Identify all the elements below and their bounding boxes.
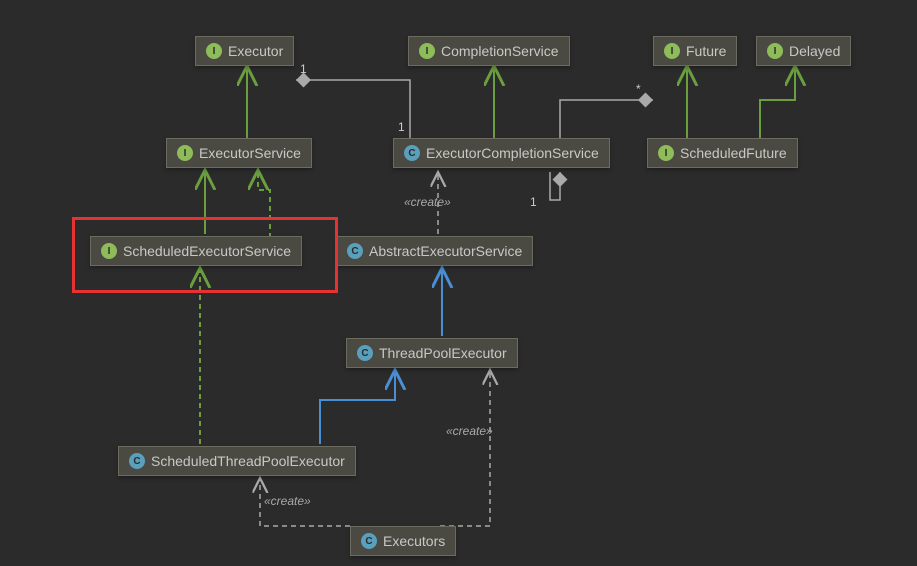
create-label: «create» — [264, 494, 311, 508]
interface-icon: I — [664, 43, 680, 59]
node-label: Delayed — [789, 43, 840, 59]
create-label: «create» — [404, 195, 451, 209]
class-icon: C — [361, 533, 377, 549]
node-completion-service: I CompletionService — [408, 36, 570, 66]
node-label: CompletionService — [441, 43, 559, 59]
abstract-class-icon: C — [347, 243, 363, 259]
node-label: Executors — [383, 533, 445, 549]
node-label: ExecutorCompletionService — [426, 145, 599, 161]
node-thread-pool-executor: C ThreadPoolExecutor — [346, 338, 518, 368]
node-executor-service: I ExecutorService — [166, 138, 312, 168]
node-label: ScheduledExecutorService — [123, 243, 291, 259]
class-icon: C — [357, 345, 373, 361]
node-executor: I Executor — [195, 36, 294, 66]
node-executors: C Executors — [350, 526, 456, 556]
node-delayed: I Delayed — [756, 36, 851, 66]
multiplicity-star: * — [636, 82, 641, 96]
interface-icon: I — [206, 43, 222, 59]
node-scheduled-future: I ScheduledFuture — [647, 138, 798, 168]
interface-icon: I — [767, 43, 783, 59]
node-label: Executor — [228, 43, 283, 59]
multiplicity-1: 1 — [300, 62, 307, 76]
multiplicity-1: 1 — [398, 120, 405, 134]
interface-icon: I — [177, 145, 193, 161]
node-label: ScheduledFuture — [680, 145, 787, 161]
node-executor-completion-service: C ExecutorCompletionService — [393, 138, 610, 168]
interface-icon: I — [658, 145, 674, 161]
node-label: ScheduledThreadPoolExecutor — [151, 453, 345, 469]
interface-icon: I — [101, 243, 117, 259]
create-label: «create» — [446, 424, 493, 438]
class-icon: C — [129, 453, 145, 469]
diagram-connections — [0, 0, 917, 566]
node-label: Future — [686, 43, 726, 59]
node-scheduled-thread-pool-executor: C ScheduledThreadPoolExecutor — [118, 446, 356, 476]
node-label: ExecutorService — [199, 145, 301, 161]
node-scheduled-executor-service: I ScheduledExecutorService — [90, 236, 302, 266]
class-icon: C — [404, 145, 420, 161]
node-label: AbstractExecutorService — [369, 243, 522, 259]
node-future: I Future — [653, 36, 737, 66]
node-abstract-executor-service: C AbstractExecutorService — [336, 236, 533, 266]
multiplicity-1: 1 — [530, 195, 537, 209]
node-label: ThreadPoolExecutor — [379, 345, 507, 361]
interface-icon: I — [419, 43, 435, 59]
